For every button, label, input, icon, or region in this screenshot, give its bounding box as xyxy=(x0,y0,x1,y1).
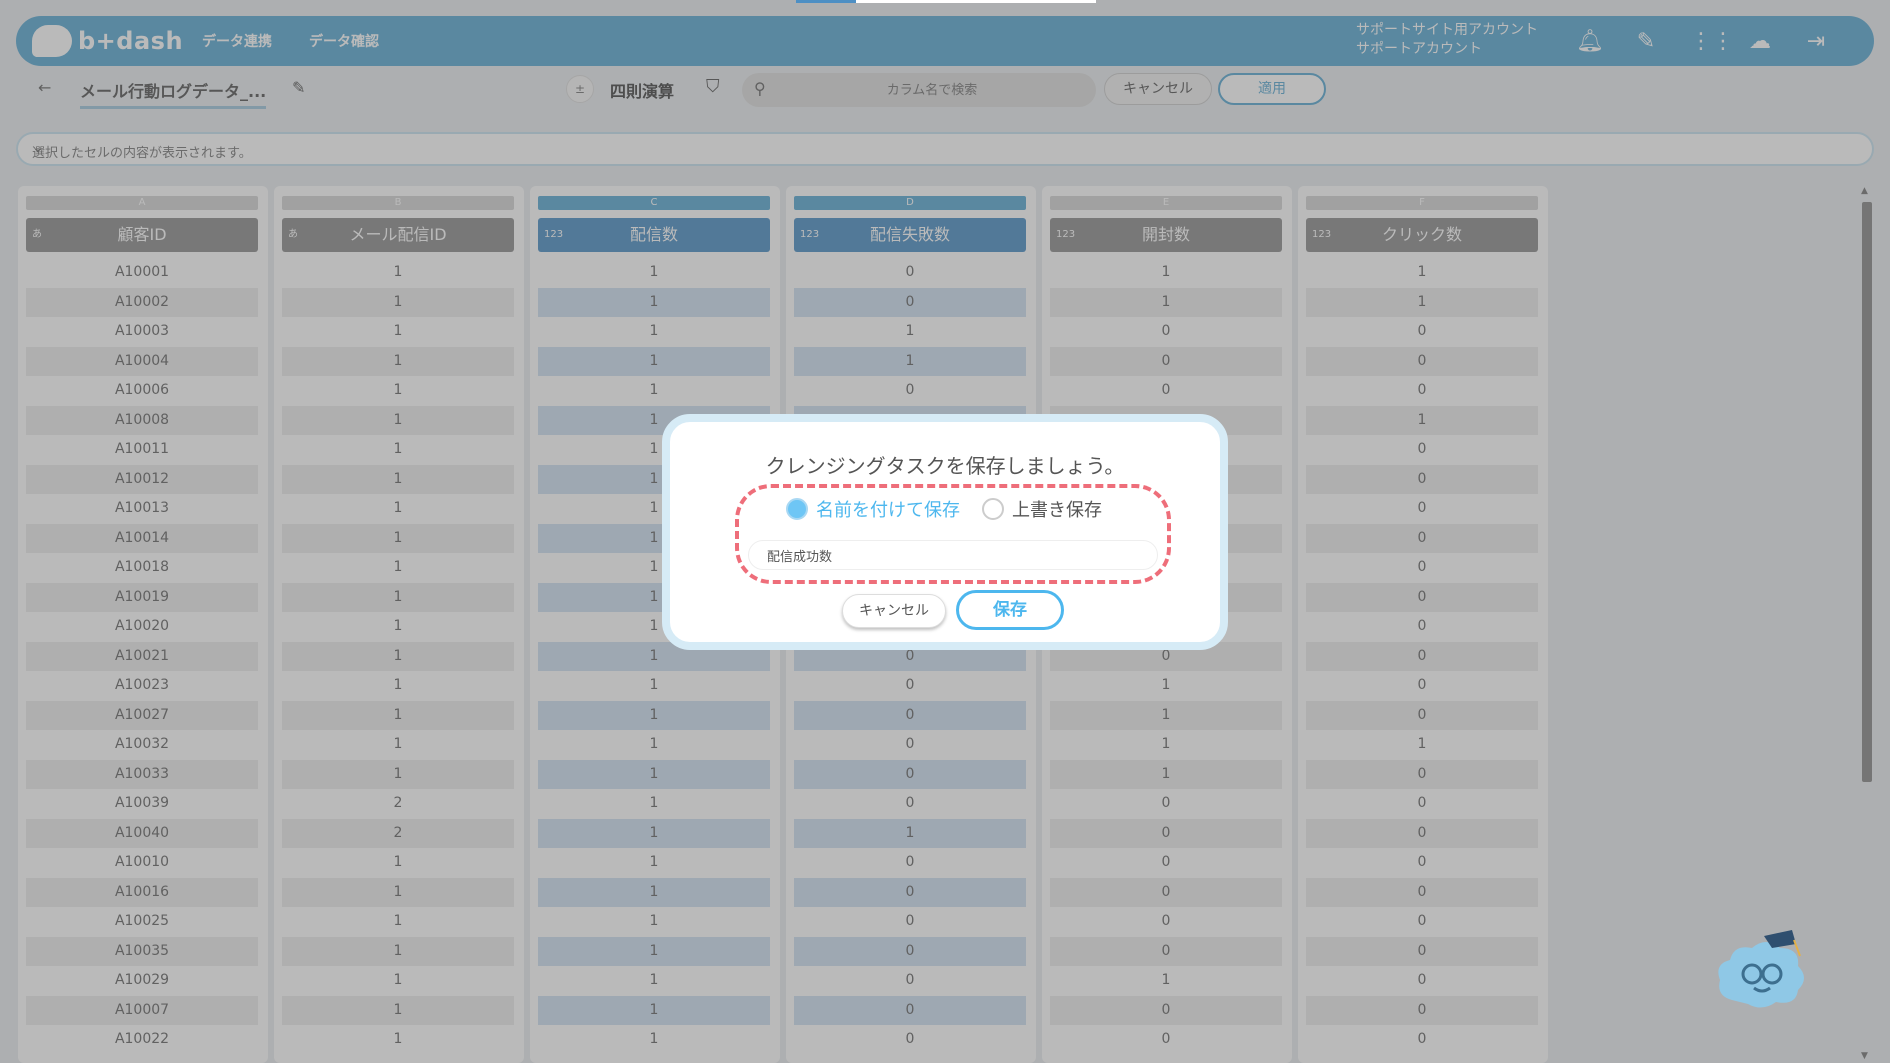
radio-overwrite-label[interactable]: 上書き保存 xyxy=(1012,496,1102,522)
modal-cancel-button[interactable]: キャンセル xyxy=(842,594,946,628)
radio-overwrite[interactable] xyxy=(982,498,1004,520)
radio-save-as-new[interactable] xyxy=(786,498,808,520)
save-option-group: 名前を付けて保存 上書き保存 xyxy=(786,496,1102,522)
modal-title: クレンジングタスクを保存しましょう。 xyxy=(765,454,1125,478)
radio-save-as-new-label[interactable]: 名前を付けて保存 xyxy=(816,496,960,522)
save-task-modal: クレンジングタスクを保存しましょう。 名前を付けて保存 上書き保存 キャンセル … xyxy=(662,414,1228,650)
task-name-input[interactable] xyxy=(748,540,1158,570)
mascot-icon[interactable] xyxy=(1712,930,1812,1014)
top-progress-fill xyxy=(796,0,856,3)
modal-save-button[interactable]: 保存 xyxy=(956,590,1064,630)
